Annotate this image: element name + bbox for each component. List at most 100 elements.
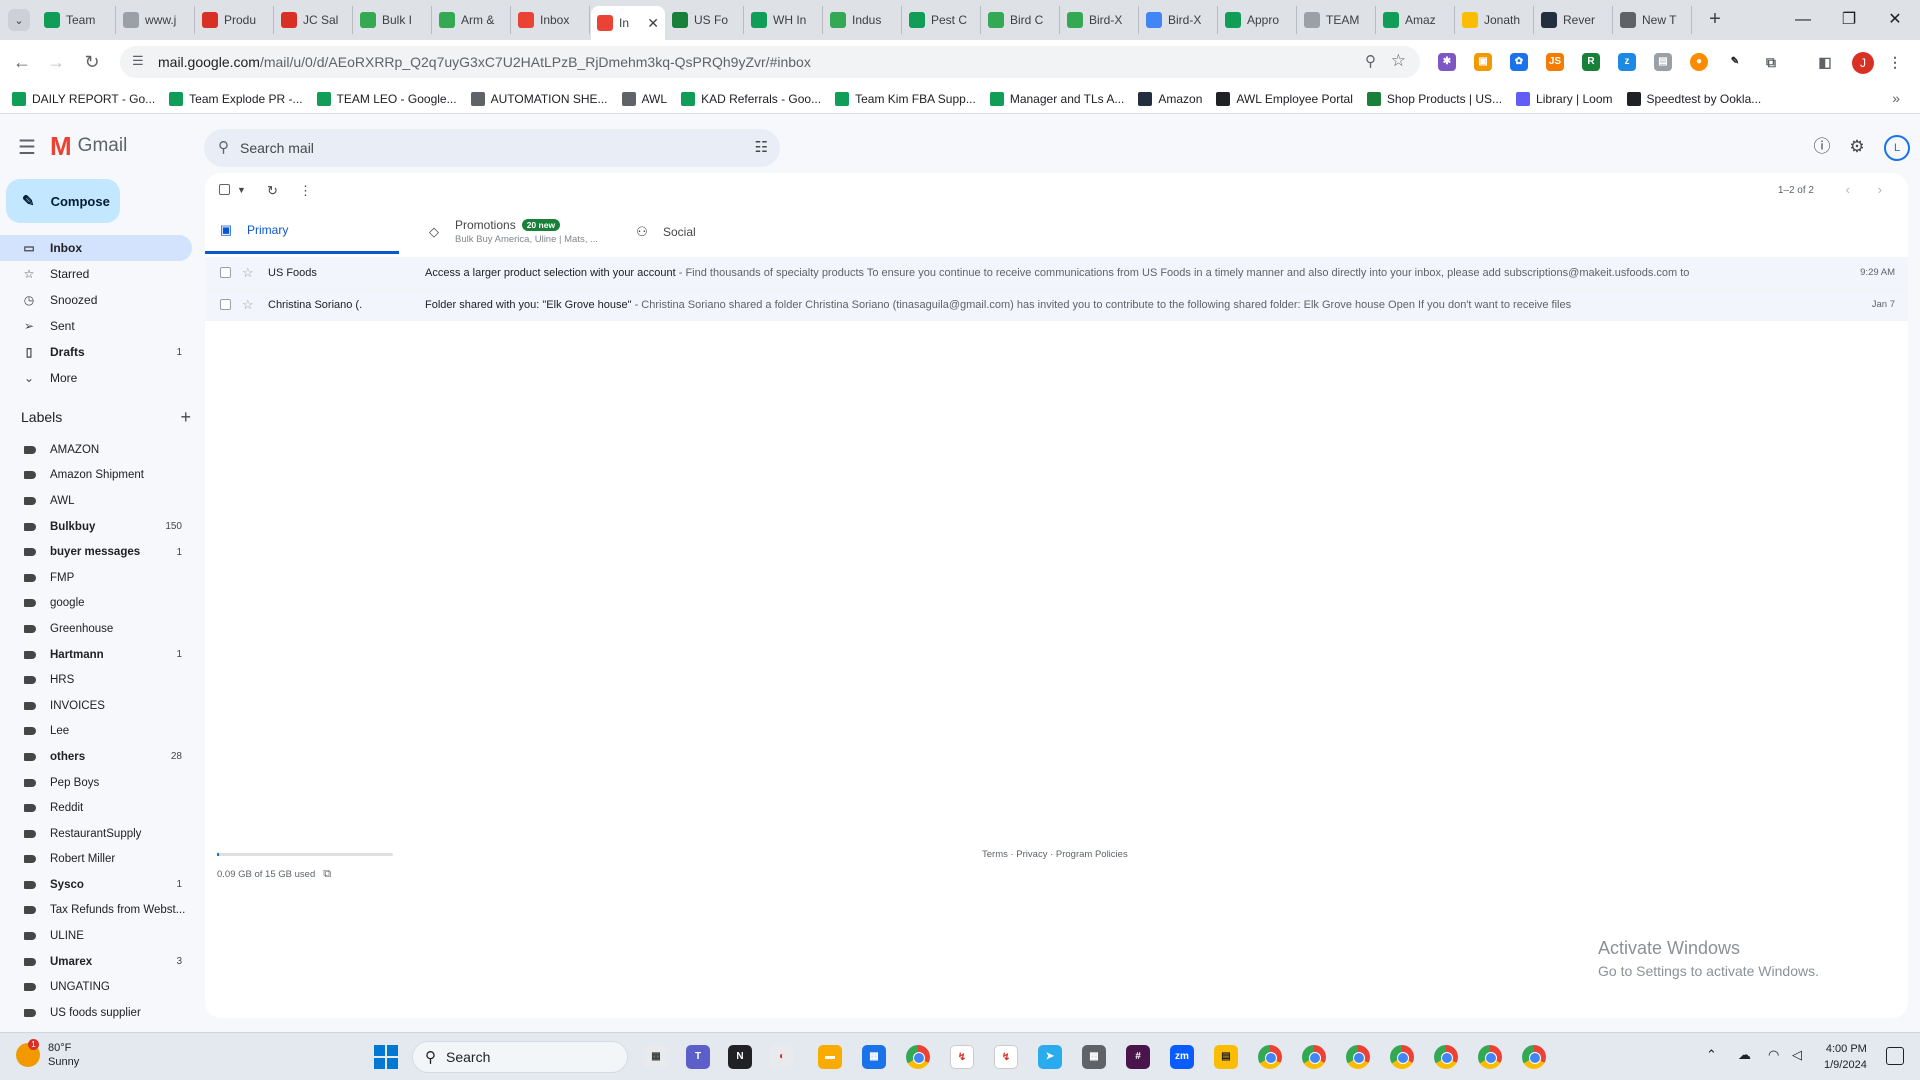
- label-item[interactable]: AMAZON: [0, 437, 192, 463]
- browser-tab[interactable]: New T: [1614, 6, 1692, 34]
- back-button[interactable]: ←: [10, 50, 34, 74]
- settings-gear-icon[interactable]: ⚙: [1845, 135, 1869, 159]
- support-icon[interactable]: ⓘ: [1810, 135, 1834, 159]
- wifi-icon[interactable]: ◠: [1768, 1047, 1779, 1063]
- chrome-taskbar-icon-3[interactable]: [1302, 1045, 1326, 1069]
- footer-links[interactable]: Terms · Privacy · Program Policies: [982, 849, 1128, 860]
- browser-tab[interactable]: Amaz: [1377, 6, 1455, 34]
- minimize-button[interactable]: —: [1780, 6, 1826, 34]
- bookmarks-overflow-icon[interactable]: »: [1892, 90, 1900, 106]
- label-item[interactable]: Pep Boys: [0, 770, 192, 796]
- extension-rs-icon[interactable]: R: [1582, 53, 1600, 71]
- tab-primary[interactable]: ▣ Primary: [205, 209, 399, 254]
- slack-icon[interactable]: #: [1126, 1045, 1150, 1069]
- bookmark-item[interactable]: Shop Products | US...: [1366, 91, 1502, 106]
- site-info-icon[interactable]: ☰: [132, 53, 144, 69]
- reload-button[interactable]: ↻: [80, 50, 104, 74]
- label-item[interactable]: Sysco 1: [0, 872, 192, 898]
- browser-tab[interactable]: Rever: [1535, 6, 1613, 34]
- older-page-icon[interactable]: ›: [1878, 182, 1882, 197]
- tab-search-button[interactable]: ⌄: [8, 9, 30, 31]
- refresh-icon[interactable]: ↻: [267, 183, 278, 199]
- close-tab-icon[interactable]: ✕: [647, 15, 659, 32]
- file-explorer-icon[interactable]: ▬: [818, 1045, 842, 1069]
- onedrive-cloud-icon[interactable]: ☁: [1738, 1047, 1751, 1063]
- label-item[interactable]: RestaurantSupply: [0, 821, 192, 847]
- zoom-icon[interactable]: zm: [1170, 1045, 1194, 1069]
- volume-icon[interactable]: ◁: [1792, 1047, 1802, 1063]
- chrome-menu-icon[interactable]: ⋮: [1886, 53, 1904, 71]
- gmail-logo[interactable]: M Gmail: [50, 133, 127, 159]
- main-menu-icon[interactable]: ☰: [18, 135, 36, 160]
- extensions-puzzle-icon[interactable]: ⧉: [1762, 53, 1780, 71]
- more-actions-icon[interactable]: ⋮: [299, 183, 312, 199]
- browser-tab[interactable]: Arm &: [433, 6, 511, 34]
- label-item[interactable]: google: [0, 591, 192, 617]
- browser-tab[interactable]: WH In: [745, 6, 823, 34]
- browser-tab[interactable]: Team: [38, 6, 116, 34]
- extension-image-icon[interactable]: ▤: [1654, 53, 1672, 71]
- label-item[interactable]: ULINE: [0, 923, 192, 949]
- nav-item-sent[interactable]: ➢ Sent: [0, 313, 192, 339]
- bookmark-item[interactable]: Library | Loom: [1516, 91, 1613, 106]
- email-row[interactable]: ☆ Christina Soriano (. Folder shared with …: [205, 289, 1908, 321]
- show-hidden-icons-icon[interactable]: ⌃: [1706, 1047, 1717, 1063]
- select-all-checkbox[interactable]: [219, 183, 230, 198]
- create-label-button[interactable]: +: [180, 407, 191, 428]
- browser-tab[interactable]: Produ: [196, 6, 274, 34]
- extension-box-icon[interactable]: ▣: [1474, 53, 1492, 71]
- sticky-notes-icon[interactable]: ▤: [1214, 1045, 1238, 1069]
- bookmark-item[interactable]: KAD Referrals - Goo...: [681, 91, 821, 106]
- browser-tab[interactable]: JC Sal: [275, 6, 353, 34]
- browser-tab[interactable]: Indus: [824, 6, 902, 34]
- manage-storage-icon[interactable]: ⧉: [323, 868, 331, 881]
- url-text[interactable]: mail.google.com/mail/u/0/d/AEoRXRRp_Q2q7…: [158, 54, 811, 70]
- tab-promotions[interactable]: ◇ Promotions 20 new Bulk Buy America, Ul…: [413, 209, 613, 254]
- stocks-icon-2[interactable]: ↯: [994, 1045, 1018, 1069]
- email-checkbox[interactable]: [220, 299, 231, 310]
- nzxt-icon[interactable]: N: [728, 1045, 752, 1069]
- label-item[interactable]: Bulkbuy 150: [0, 514, 192, 540]
- browser-tab[interactable]: www.j: [117, 6, 195, 34]
- extension-pen-icon[interactable]: ✎: [1726, 53, 1744, 71]
- browser-tab[interactable]: In ✕: [591, 6, 665, 40]
- search-options-icon[interactable]: ☷: [755, 138, 768, 156]
- star-icon[interactable]: ☆: [242, 265, 256, 281]
- chrome-taskbar-icon-1[interactable]: [906, 1045, 930, 1069]
- browser-tab[interactable]: TEAM: [1298, 6, 1376, 34]
- label-item[interactable]: FMP: [0, 565, 192, 591]
- chrome-taskbar-icon-2[interactable]: [1258, 1045, 1282, 1069]
- bookmark-item[interactable]: TEAM LEO - Google...: [316, 91, 457, 106]
- bookmark-item[interactable]: Team Explode PR -...: [169, 91, 303, 106]
- compose-button[interactable]: ✎ Compose: [6, 179, 120, 223]
- newer-page-icon[interactable]: ‹: [1846, 182, 1850, 197]
- chrome-taskbar-icon-6[interactable]: [1434, 1045, 1458, 1069]
- telegram-icon[interactable]: ➤: [1038, 1045, 1062, 1069]
- maximize-button[interactable]: ❐: [1826, 6, 1872, 34]
- weather-widget[interactable]: 1 80°F Sunny: [16, 1039, 79, 1069]
- forward-button[interactable]: →: [44, 50, 68, 74]
- label-item[interactable]: Amazon Shipment: [0, 463, 192, 489]
- stocks-icon[interactable]: ↯: [950, 1045, 974, 1069]
- browser-tab[interactable]: Inbox: [512, 6, 590, 34]
- chrome-taskbar-icon-4[interactable]: [1346, 1045, 1370, 1069]
- start-button[interactable]: [374, 1045, 398, 1069]
- bookmark-star-icon[interactable]: ☆: [1391, 51, 1406, 71]
- search-icon[interactable]: ⚲: [218, 138, 229, 156]
- task-view-icon[interactable]: ▦: [644, 1045, 668, 1069]
- search-input[interactable]: [240, 137, 720, 159]
- new-tab-button[interactable]: +: [1704, 9, 1726, 31]
- bookmark-item[interactable]: AUTOMATION SHE...: [470, 91, 608, 106]
- select-dropdown-icon[interactable]: ▼: [237, 185, 246, 195]
- label-item[interactable]: INVOICES: [0, 693, 192, 719]
- zoom-icon[interactable]: ⚲: [1365, 52, 1376, 70]
- bookmark-item[interactable]: AWL: [621, 91, 667, 106]
- teams-icon[interactable]: T: [686, 1045, 710, 1069]
- chrome-profile-avatar[interactable]: J: [1852, 52, 1874, 74]
- chrome-taskbar-icon-7[interactable]: [1478, 1045, 1502, 1069]
- taskbar-search[interactable]: ⚲ Search: [412, 1041, 628, 1073]
- bookmark-item[interactable]: DAILY REPORT - Go...: [12, 91, 155, 106]
- extension-zm-icon[interactable]: z: [1618, 53, 1636, 71]
- nav-item-drafts[interactable]: ▯ Drafts 1: [0, 339, 192, 365]
- label-item[interactable]: Reddit: [0, 795, 192, 821]
